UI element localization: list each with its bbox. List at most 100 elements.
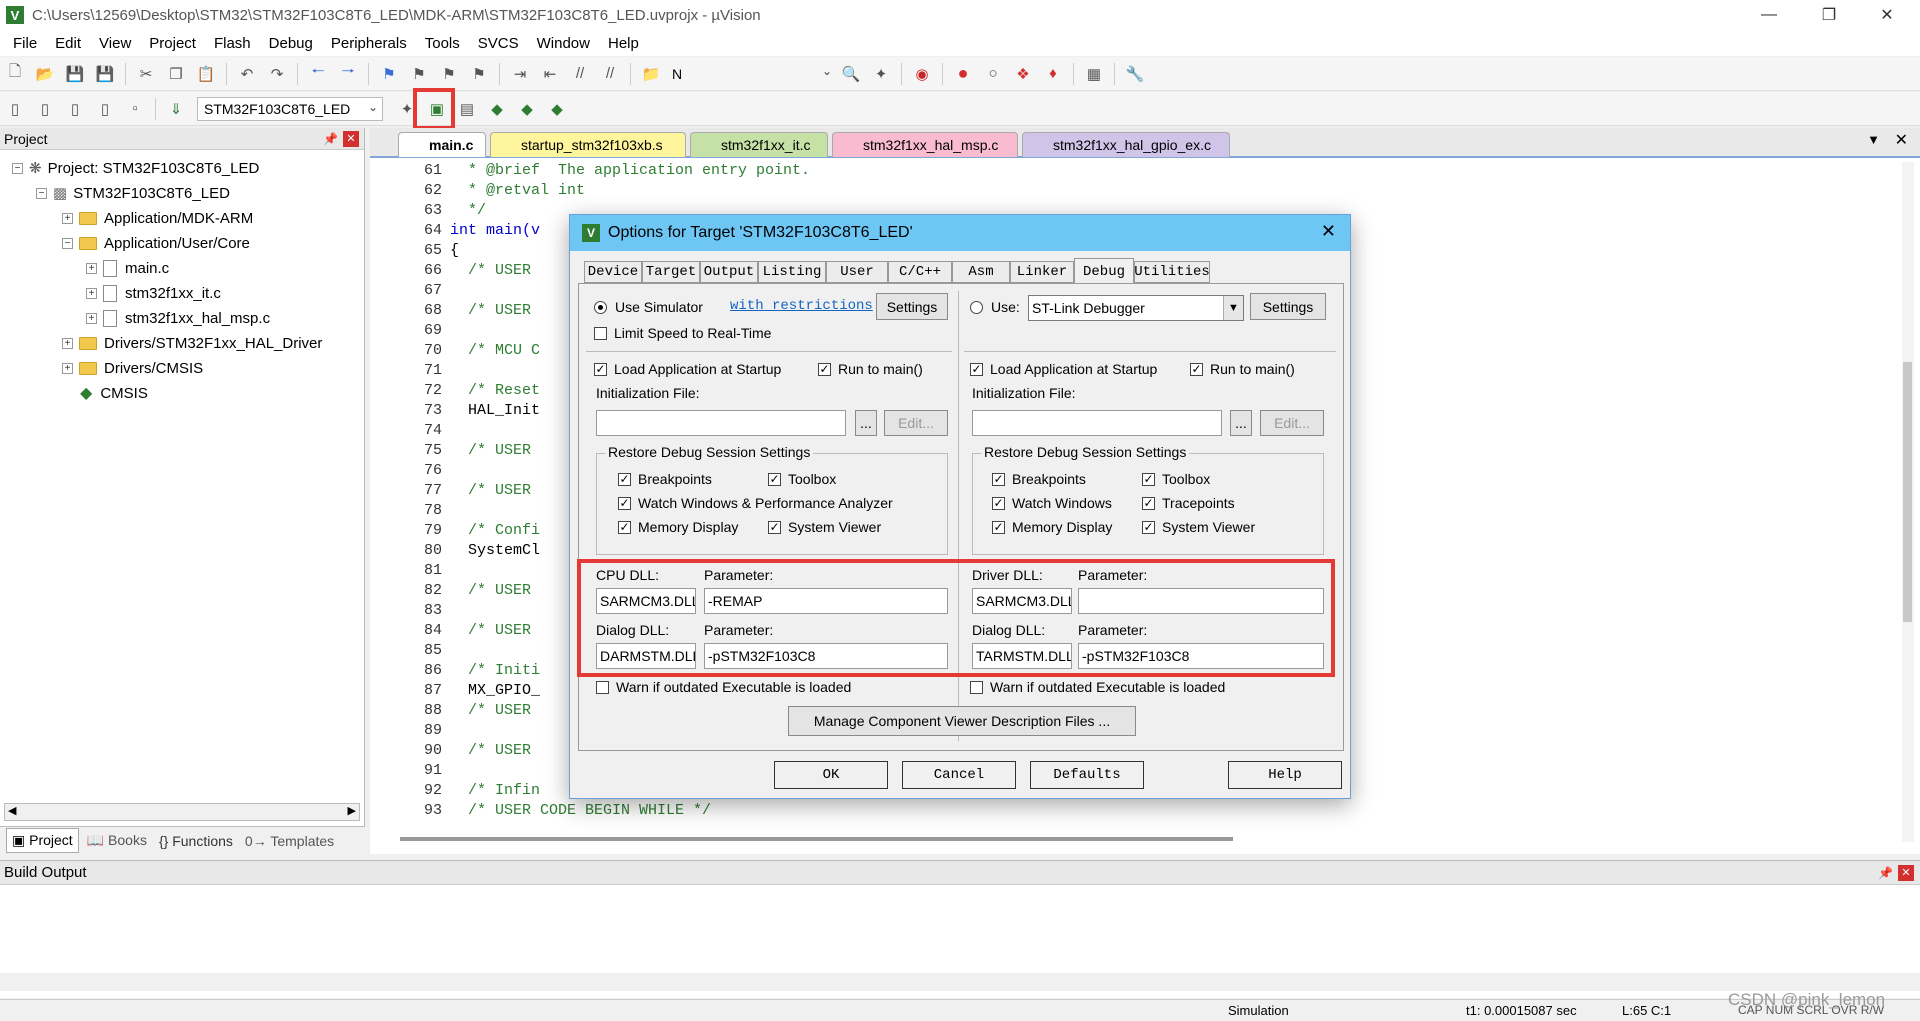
load-app-checkbox-right[interactable]: ✓ Load Application at Startup <box>970 361 1157 377</box>
menu-project[interactable]: Project <box>140 35 205 52</box>
expand-icon[interactable]: + <box>86 287 97 299</box>
code-line[interactable]: 80 SystemCl <box>380 542 540 562</box>
tab-list-icon[interactable]: ▼ <box>1867 132 1880 147</box>
cancel-button[interactable]: Cancel <box>902 761 1016 789</box>
comment-icon[interactable]: // <box>568 62 592 86</box>
tree-item-group-cmsis[interactable]: + Drivers/CMSIS <box>62 356 203 380</box>
code-line[interactable]: 74 <box>380 422 450 442</box>
collapse-icon[interactable]: − <box>36 187 47 199</box>
code-line[interactable]: 82 /* USER <box>380 582 540 602</box>
warn-outdated-checkbox[interactable]: Warn if outdated Executable is loaded <box>596 679 851 695</box>
save-icon[interactable]: 💾 <box>63 62 87 86</box>
prev-bookmark-icon[interactable]: ⚑ <box>407 62 431 86</box>
menu-view[interactable]: View <box>90 35 140 52</box>
code-line[interactable]: 91 <box>380 762 450 782</box>
menu-tools[interactable]: Tools <box>416 35 469 52</box>
code-line[interactable]: 67 <box>380 282 450 302</box>
code-line[interactable]: 73 HAL_Init <box>380 402 540 422</box>
code-line[interactable]: 86 /* Initi <box>380 662 540 682</box>
browse-init-file-button-right[interactable]: ... <box>1230 410 1252 436</box>
tree-item-group-core[interactable]: − Application/User/Core <box>62 231 250 255</box>
watch-windows-checkbox[interactable]: ✓ Watch Windows & Performance Analyzer <box>618 495 893 511</box>
watch-windows-checkbox-right[interactable]: ✓ Watch Windows <box>992 495 1112 511</box>
system-viewer-checkbox-right[interactable]: ✓ System Viewer <box>1142 519 1255 535</box>
new-file-icon[interactable]: 🗋 <box>3 62 27 86</box>
incremental-find-icon[interactable]: ✦ <box>869 62 893 86</box>
tab-debug[interactable]: Debug <box>1074 258 1134 284</box>
build-output-scrollbar[interactable] <box>0 973 1920 991</box>
build-icon[interactable]: ▯ <box>33 97 57 121</box>
code-line[interactable]: 90 /* USER <box>380 742 540 762</box>
tab-utilities[interactable]: Utilities <box>1134 261 1210 283</box>
expand-icon[interactable]: + <box>86 312 97 324</box>
manage-run-time-env-icon[interactable]: ◆ <box>485 97 509 121</box>
close-panel-icon[interactable]: ✕ <box>343 130 359 147</box>
vertical-scrollbar[interactable] <box>1902 162 1914 842</box>
find-in-files-icon[interactable]: 📁 <box>639 62 663 86</box>
tab-listing[interactable]: Listing <box>758 261 826 283</box>
tree-item-it-c[interactable]: + stm32f1xx_it.c <box>86 281 221 305</box>
expand-icon[interactable]: + <box>62 337 73 349</box>
code-line[interactable]: 72 /* Reset <box>380 382 540 402</box>
code-line[interactable]: 78 <box>380 502 450 522</box>
debugger-select[interactable]: ST-Link Debugger ▼ <box>1028 295 1244 321</box>
tab-functions[interactable]: {} Functions <box>159 833 233 849</box>
system-viewer-checkbox[interactable]: ✓ System Viewer <box>768 519 881 535</box>
code-line[interactable]: 70 /* MCU C <box>380 342 540 362</box>
tree-item-target[interactable]: − ▩ STM32F103C8T6_LED <box>36 181 230 205</box>
unindent-icon[interactable]: ⇤ <box>538 62 562 86</box>
manage-project-items-icon[interactable]: ▤ <box>455 97 479 121</box>
pin-icon[interactable]: 📌 <box>323 132 338 146</box>
close-button[interactable]: ✕ <box>1858 0 1916 30</box>
horizontal-scroll-thumb[interactable] <box>400 837 1233 841</box>
help-button[interactable]: Help <box>1228 761 1342 789</box>
code-line[interactable]: 85 <box>380 642 450 662</box>
code-line[interactable]: 71 <box>380 362 450 382</box>
pack-installer-icon[interactable]: ◆ <box>545 97 569 121</box>
tab-user[interactable]: User <box>826 261 888 283</box>
code-line[interactable]: 75 /* USER <box>380 442 540 462</box>
code-line[interactable]: 62 * @retval int <box>380 182 585 202</box>
debug-session-icon[interactable]: ◉ <box>910 62 934 86</box>
edit-init-file-button-right[interactable]: Edit... <box>1260 410 1324 436</box>
nav-forward-icon[interactable]: 🠒 <box>336 62 360 86</box>
tab-main-c[interactable]: main.c <box>398 132 486 157</box>
load-app-checkbox[interactable]: ✓ Load Application at Startup <box>594 361 781 377</box>
use-simulator-radio[interactable]: Use Simulator <box>594 299 703 315</box>
code-line[interactable]: 81 <box>380 562 450 582</box>
code-line[interactable]: 93 /* USER CODE BEGIN WHILE */ <box>380 802 711 822</box>
browse-init-file-button[interactable]: ... <box>855 410 877 436</box>
tree-item-group-mdk[interactable]: + Application/MDK-ARM <box>62 206 253 230</box>
tab-books[interactable]: 📖 Books <box>87 832 147 849</box>
tab-startup[interactable]: startup_stm32f103xb.s <box>490 132 686 157</box>
close-tab-icon[interactable]: ✕ <box>1895 130 1908 150</box>
debugger-settings-button[interactable]: Settings <box>1250 293 1326 320</box>
tree-item-main-c[interactable]: + main.c <box>86 256 169 280</box>
menu-flash[interactable]: Flash <box>205 35 260 52</box>
simulator-settings-button[interactable]: Settings <box>876 293 948 320</box>
menu-svcs[interactable]: SVCS <box>469 35 528 52</box>
code-line[interactable]: 79 /* Confi <box>380 522 540 542</box>
stop-build-icon[interactable]: ▫ <box>123 97 147 121</box>
code-line[interactable]: 61 * @brief The application entry point. <box>380 162 810 182</box>
select-packs-icon[interactable]: ◆ <box>515 97 539 121</box>
tab-output[interactable]: Output <box>700 261 758 283</box>
with-restrictions-link[interactable]: with restrictions <box>730 298 873 314</box>
menu-help[interactable]: Help <box>599 35 648 52</box>
batch-build-icon[interactable]: ▯ <box>93 97 117 121</box>
menu-file[interactable]: File <box>4 35 46 52</box>
tab-asm[interactable]: Asm <box>952 261 1010 283</box>
expand-icon[interactable]: + <box>62 362 73 374</box>
warn-outdated-checkbox-right[interactable]: Warn if outdated Executable is loaded <box>970 679 1225 695</box>
paste-icon[interactable]: 📋 <box>194 62 218 86</box>
toolbox-checkbox[interactable]: ✓ Toolbox <box>768 471 836 487</box>
code-line[interactable]: 83 <box>380 602 450 622</box>
clear-bookmarks-icon[interactable]: ⚑ <box>467 62 491 86</box>
redo-icon[interactable]: ↷ <box>265 62 289 86</box>
code-line[interactable]: 92 /* Infin <box>380 782 540 802</box>
save-all-icon[interactable]: 💾 <box>93 62 117 86</box>
tab-cc[interactable]: C/C++ <box>888 261 952 283</box>
close-panel-icon[interactable]: ✕ <box>1898 864 1914 881</box>
menu-peripherals[interactable]: Peripherals <box>322 35 416 52</box>
tab-msp-c[interactable]: stm32f1xx_hal_msp.c <box>832 132 1018 157</box>
